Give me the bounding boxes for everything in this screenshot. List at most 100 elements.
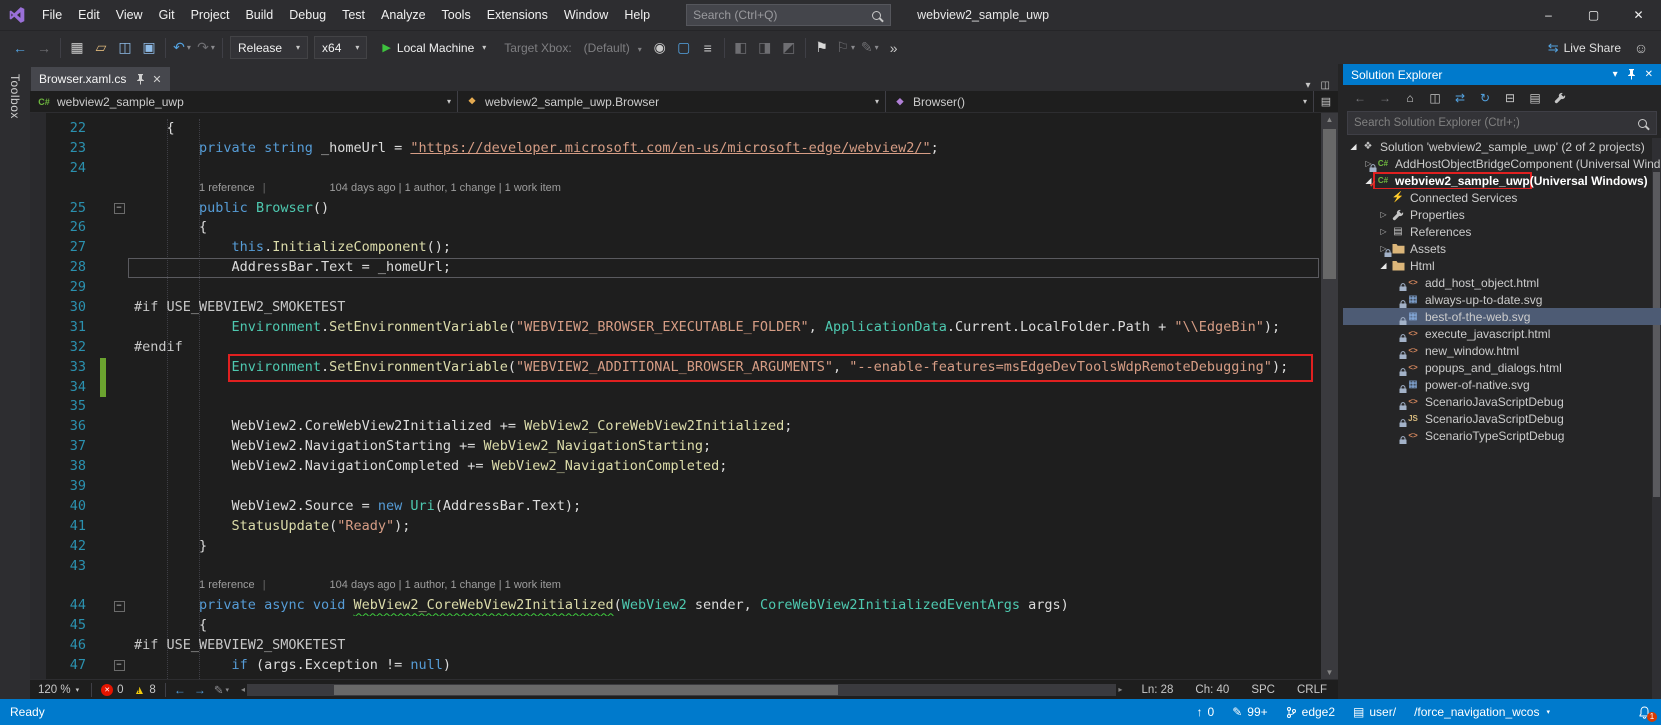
line-number[interactable]: 33 (30, 358, 100, 378)
menu-extensions[interactable]: Extensions (479, 0, 556, 30)
target-device-dropdown[interactable]: (Default) ▾ (584, 41, 642, 55)
edit-mode-icon[interactable]: ✎ ▾ (210, 683, 233, 697)
tree-item-solution-webview2-sample-uwp-2-of-2-projects[interactable]: ◢ ❖ Solution 'webview2_sample_uwp' (2 of 2… (1343, 138, 1661, 155)
editor-horizontal-scrollbar[interactable]: ◂ ▸ (239, 683, 1124, 696)
code-text[interactable]: public Browser() (128, 199, 1321, 219)
se-home-icon[interactable]: ⌂ (1399, 88, 1421, 108)
line-number[interactable]: 36 (30, 417, 100, 437)
menu-file[interactable]: File (34, 0, 70, 30)
new-project-icon[interactable]: ▦ (65, 36, 89, 60)
line-number[interactable]: 44 (30, 596, 100, 616)
scrollbar-track[interactable] (247, 683, 1117, 696)
maximize-button[interactable]: ▢ (1571, 0, 1616, 30)
breadcrumb-method[interactable]: ◆ Browser() ▾ (886, 91, 1314, 112)
se-show-all-files-icon[interactable]: ▤ (1524, 88, 1546, 108)
line-number[interactable]: 32 (30, 338, 100, 358)
expander-icon[interactable]: ▷ (1377, 210, 1390, 219)
code-text[interactable] (128, 378, 1321, 398)
menu-project[interactable]: Project (183, 0, 238, 30)
device-preview-icon[interactable]: ▢ (672, 36, 696, 60)
line-number[interactable] (30, 179, 100, 199)
code-text[interactable] (128, 278, 1321, 298)
split-window-icon[interactable]: ◫ (1321, 80, 1330, 91)
codelens-references[interactable]: 1 reference (199, 579, 266, 591)
line-number[interactable]: 39 (30, 477, 100, 497)
se-refresh-icon[interactable]: ↻ (1474, 88, 1496, 108)
navigate-back-icon[interactable]: ← (170, 683, 190, 697)
line-number[interactable] (30, 576, 100, 596)
warning-indicator[interactable]: ▲! 8 (129, 684, 161, 696)
code-line-22[interactable]: 22 { (30, 119, 1321, 139)
notifications-button[interactable]: 1 (1638, 705, 1657, 722)
scrollbar-thumb[interactable] (1323, 129, 1336, 279)
code-text[interactable]: private async void WebView2_CoreWebView2… (128, 596, 1321, 616)
line-number[interactable]: 30 (30, 298, 100, 318)
navigate-forward-icon[interactable]: → (190, 683, 210, 697)
code-text[interactable]: WebView2.NavigationStarting += WebView2_… (128, 437, 1321, 457)
code-line-40[interactable]: 40 WebView2.Source = new Uri(AddressBar.… (30, 497, 1321, 517)
menu-view[interactable]: View (108, 0, 151, 30)
code-line-39[interactable]: 39 (30, 477, 1321, 497)
codelens-references[interactable]: 1 reference (199, 182, 266, 194)
se-sync-icon[interactable]: ⇄ (1449, 88, 1471, 108)
open-file-icon[interactable]: ▱ (89, 36, 113, 60)
tree-item-assets[interactable]: ▷ Assets (1343, 240, 1661, 257)
tree-item-webview2-sample-uwp[interactable]: ◢ C# ✓ webview2_sample_uwp (Universal Windo… (1343, 172, 1661, 189)
code-cleanup-icon[interactable]: ✎ ▾ (858, 36, 882, 60)
code-line-29[interactable]: 29 (30, 278, 1321, 298)
tree-item-connected-services[interactable]: ⚡ Connected Services (1343, 189, 1661, 206)
menu-window[interactable]: Window (556, 0, 616, 30)
menu-git[interactable]: Git (151, 0, 183, 30)
line-number[interactable]: 25 (30, 199, 100, 219)
close-button[interactable]: ✕ (1616, 0, 1661, 30)
scroll-left-icon[interactable]: ◂ (239, 685, 247, 694)
menu-edit[interactable]: Edit (70, 0, 108, 30)
fold-toggle[interactable]: − (113, 660, 125, 672)
code-text[interactable]: #if USE_WEBVIEW2_SMOKETEST (128, 636, 1321, 656)
navigate-backward-icon[interactable]: ← (8, 36, 32, 60)
code-line-44[interactable]: 44 − private async void WebView2_CoreWebV… (30, 596, 1321, 616)
tree-item-references[interactable]: ▷ ▤ References (1343, 223, 1661, 240)
build-profile-icon[interactable]: ◧ (729, 36, 753, 60)
git-detail-indicator[interactable]: /force_navigation_wcos ▾ (1414, 705, 1550, 719)
menu-debug[interactable]: Debug (281, 0, 334, 30)
tab-browser-xaml-cs[interactable]: Browser.xaml.cs ✕ (31, 67, 170, 91)
solution-explorer-header[interactable]: Solution Explorer ▾ ✕ (1343, 64, 1661, 85)
pin-icon[interactable] (1627, 69, 1636, 80)
feedback-button[interactable]: ☺ (1629, 36, 1653, 60)
codelens-details[interactable]: 104 days ago | 1 author, 1 change | 1 wo… (330, 579, 561, 591)
code-text[interactable]: 1 reference 104 days ago | 1 author, 1 ch… (128, 179, 1321, 199)
outgoing-commits-indicator[interactable]: ↑ 0 (1197, 705, 1215, 719)
se-forward-icon[interactable]: → (1374, 88, 1396, 108)
error-indicator[interactable]: ✕ 0 (96, 683, 128, 696)
code-line-31[interactable]: 31 Environment.SetEnvironmentVariable("W… (30, 318, 1321, 338)
line-number[interactable]: 26 (30, 218, 100, 238)
undo-icon[interactable]: ↶ ▾ (170, 36, 194, 60)
scroll-up-icon[interactable]: ▲ (1321, 115, 1338, 124)
menu-help[interactable]: Help (616, 0, 658, 30)
start-debugging-button[interactable]: ▶ Local Machine ▾ (374, 36, 494, 59)
codelens-details[interactable]: 104 days ago | 1 author, 1 change | 1 wo… (330, 182, 561, 194)
line-number[interactable]: 47 (30, 656, 100, 676)
document-outline-icon[interactable]: ▤ (1314, 95, 1338, 108)
line-number[interactable]: 41 (30, 517, 100, 537)
line-number[interactable]: 35 (30, 397, 100, 417)
tree-item-popups-and-dialogs-html[interactable]: <> popups_and_dialogs.html (1343, 359, 1661, 376)
code-line-42[interactable]: 42 } (30, 537, 1321, 557)
tree-item-best-of-the-web-svg[interactable]: ▦ best-of-the-web.svg (1343, 308, 1661, 325)
line-number[interactable]: 23 (30, 139, 100, 159)
line-number[interactable]: 34 (30, 378, 100, 398)
indentation-indicator[interactable]: SPC (1251, 684, 1275, 696)
line-number[interactable]: 31 (30, 318, 100, 338)
code-line-24[interactable]: 24 (30, 159, 1321, 179)
code-text[interactable]: } (128, 537, 1321, 557)
se-switch-views-icon[interactable]: ◫ (1424, 88, 1446, 108)
code-text[interactable]: #endif (128, 338, 1321, 358)
code-text[interactable] (128, 397, 1321, 417)
codelens-row[interactable]: 1 reference 104 days ago | 1 author, 1 ch… (30, 576, 1321, 596)
step-backward-icon[interactable]: ◨ (753, 36, 777, 60)
expander-icon[interactable]: ◢ (1347, 142, 1360, 151)
code-text[interactable]: { (128, 119, 1321, 139)
code-line-47[interactable]: 47 − if (args.Exception != null) (30, 656, 1321, 676)
bookmark-next-icon[interactable]: ⚐ ▾ (834, 36, 858, 60)
